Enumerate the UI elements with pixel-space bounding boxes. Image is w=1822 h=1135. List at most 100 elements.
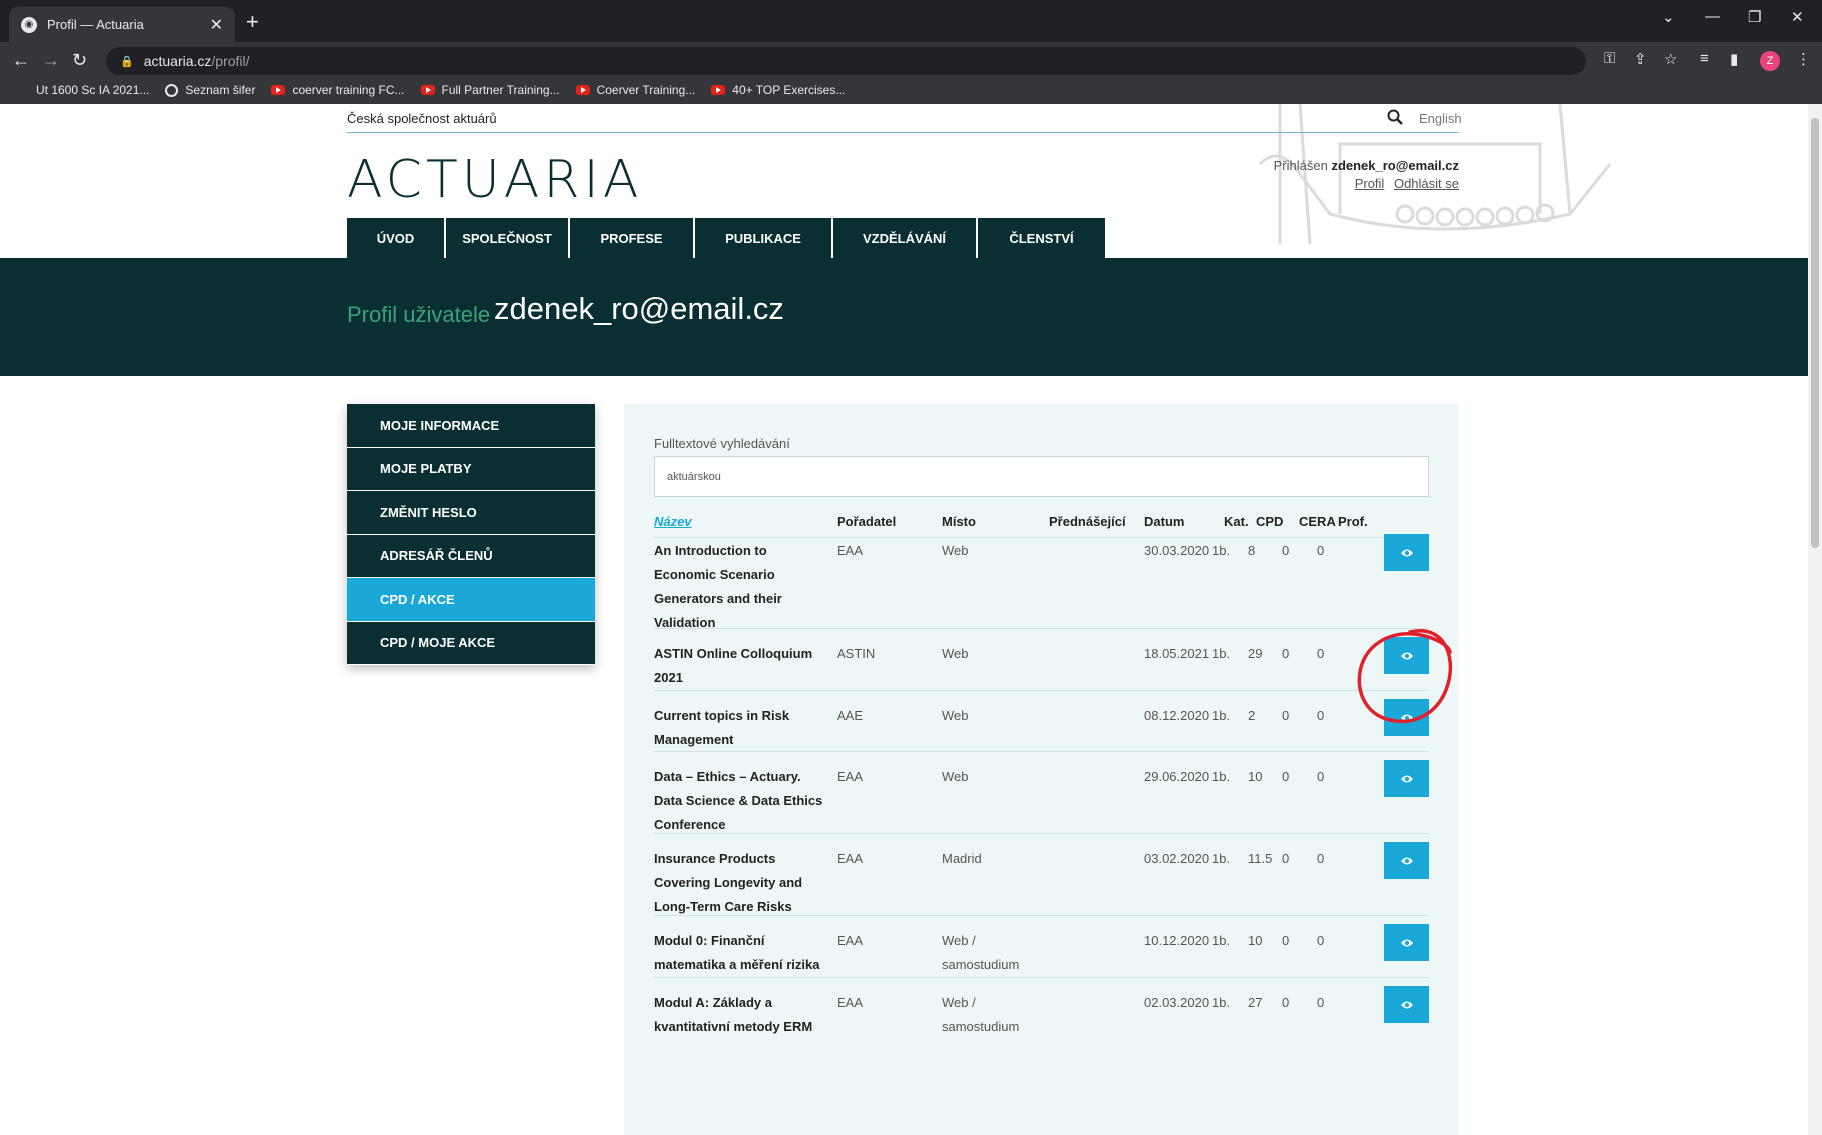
reload-icon[interactable]: ↻ (72, 50, 87, 71)
address-bar[interactable]: 🔒 actuaria.cz /profil/ (106, 47, 1586, 75)
table-row: Modul A: Základy a kvantitativní metody E… (654, 978, 1429, 1058)
cell-cera: 0 (1282, 933, 1290, 948)
share-icon[interactable]: ⇪ (1634, 50, 1647, 68)
cell-organizer: EAA (837, 543, 864, 558)
close-tab-icon[interactable]: ✕ (210, 15, 223, 35)
close-window-icon[interactable]: ✕ (1791, 8, 1804, 26)
eye-icon (1400, 857, 1413, 864)
event-name-line: ASTIN Online Colloquium (654, 646, 813, 661)
bookmark-item[interactable]: Seznam šifer (165, 83, 255, 97)
event-name-line: Current topics in Risk (654, 708, 790, 723)
side-panel-icon[interactable]: ▮ (1730, 50, 1738, 68)
cell-place-line: samostudium (942, 957, 1020, 972)
tab-bar: ◉ Profil — Actuaria ✕ + ⌄ — ❐ ✕ (0, 0, 1822, 42)
bookmark-item[interactable]: Ut 1600 Sc IA 2021... (36, 83, 149, 97)
account-links: Profil Odhlásit se (1200, 176, 1459, 191)
cell-place-line: Web (942, 543, 969, 558)
cell-cera: 0 (1282, 769, 1290, 784)
eye-icon (1400, 775, 1413, 782)
cell-date: 18.05.2021 (1144, 646, 1210, 661)
header-divider (347, 132, 1459, 133)
event-name-line: Generators and their (654, 591, 782, 606)
events-panel: Fulltextové vyhledávání Název Pořadatel … (624, 404, 1459, 1135)
bookmark-item[interactable]: 40+ TOP Exercises... (711, 83, 845, 97)
cell-cera: 0 (1282, 708, 1290, 723)
nav-item-uvod[interactable]: ÚVOD (347, 218, 446, 258)
bookmark-item[interactable]: coerver training FC... (271, 83, 405, 97)
sidebar-item-adresar-clenu[interactable]: ADRESÁŘ ČLENŮ (347, 534, 595, 578)
society-name: Česká společnost aktuárů (347, 111, 497, 126)
cell-cera: 0 (1282, 995, 1290, 1010)
view-event-button[interactable] (1384, 842, 1429, 879)
bookmark-item[interactable]: Coerver Training... (575, 83, 695, 97)
event-name-line: Covering Longevity and (654, 875, 803, 890)
view-event-button[interactable] (1384, 760, 1429, 797)
cell-cat: 1b. (1212, 646, 1231, 661)
logout-link[interactable]: Odhlásit se (1394, 176, 1459, 191)
reading-list-icon[interactable]: ≡ (1700, 50, 1709, 67)
profile-avatar[interactable]: Z (1760, 51, 1780, 71)
actuaria-logo[interactable]: ACTUARIA (347, 150, 642, 210)
event-name-line: kvantitativní metody ERM (654, 1019, 813, 1034)
table-row: ASTIN Online Colloquium 2021 ASTIN Web 18.05… (654, 629, 1429, 691)
event-name-line: matematika a měření rizika (654, 957, 820, 972)
cell-prof: 0 (1317, 708, 1325, 723)
language-link[interactable]: English (1419, 111, 1462, 126)
tab-search-icon[interactable]: ⌄ (1662, 8, 1675, 26)
sidebar-item-zmenit-heslo[interactable]: ZMĚNIT HESLO (347, 491, 595, 535)
youtube-icon (420, 85, 435, 95)
table-row: Modul 0: Finanční matematika a měření riz… (654, 916, 1429, 978)
nav-item-vzdelavani[interactable]: VZDĚLÁVÁNÍ (833, 218, 978, 258)
bookmark-label: Seznam šifer (185, 83, 256, 97)
view-event-button[interactable] (1384, 986, 1429, 1023)
scrollbar-thumb[interactable] (1811, 118, 1819, 548)
eye-icon (1400, 939, 1413, 946)
new-tab-icon[interactable]: + (246, 9, 259, 35)
eye-icon (1400, 1001, 1413, 1008)
page-scrollbar[interactable] (1808, 104, 1822, 1135)
cell-organizer: AAE (837, 708, 864, 723)
cell-place-line: Web / (942, 933, 976, 948)
key-icon[interactable]: ⚿ (1604, 50, 1615, 67)
cell-place-line: Web (942, 769, 969, 784)
search-icon[interactable] (1387, 109, 1403, 125)
event-name-line: Data Science & Data Ethics (654, 793, 823, 808)
profile-link[interactable]: Profil (1355, 176, 1385, 191)
nav-item-publikace[interactable]: PUBLIKACE (695, 218, 833, 258)
star-icon[interactable]: ☆ (1664, 50, 1677, 68)
event-name-line: 2021 (654, 670, 683, 685)
nav-item-profese[interactable]: PROFESE (570, 218, 695, 258)
event-name: Insurance Products Covering Longevity and… (654, 847, 824, 919)
cell-date: 10.12.2020 (1144, 933, 1210, 948)
cell-place: Web (942, 765, 969, 789)
bookmarks-bar: Ut 1600 Sc IA 2021... Seznam šifer coerv… (0, 76, 1822, 104)
view-event-button[interactable] (1384, 534, 1429, 571)
nav-item-spolecnost[interactable]: SPOLEČNOST (446, 218, 570, 258)
menu-icon[interactable]: ⋮ (1796, 50, 1811, 68)
cell-cpd: 8 (1248, 543, 1256, 558)
web-page: Česká společnost aktuárů English ACTUARI… (0, 104, 1808, 1135)
bookmark-label: coerver training FC... (292, 83, 405, 97)
banner-label: Profil uživatele (347, 302, 491, 327)
sidebar-item-moje-platby[interactable]: MOJE PLATBY (347, 447, 595, 491)
minimize-icon[interactable]: — (1705, 8, 1720, 25)
event-name-line: Economic Scenario (654, 567, 775, 582)
browser-tab[interactable]: ◉ Profil — Actuaria ✕ (9, 7, 235, 42)
browser-chrome: ◉ Profil — Actuaria ✕ + ⌄ — ❐ ✕ ← → ↻ 🔒 … (0, 0, 1822, 104)
fulltext-search-label: Fulltextové vyhledávání (654, 436, 790, 451)
cell-place-line: Web (942, 708, 969, 723)
view-event-button[interactable] (1384, 924, 1429, 961)
nav-item-clenstvi[interactable]: ČLENSTVÍ (978, 218, 1105, 258)
sidebar-item-cpd-moje-akce[interactable]: CPD / MOJE AKCE (347, 621, 595, 665)
forward-icon[interactable]: → (42, 50, 60, 71)
cell-cpd: 2 (1248, 708, 1256, 723)
sidebar-item-moje-informace[interactable]: MOJE INFORMACE (347, 404, 595, 448)
favicon-icon: ◉ (21, 16, 37, 33)
lock-icon[interactable]: 🔒 (120, 55, 134, 68)
sidebar-item-cpd-akce[interactable]: CPD / AKCE (347, 578, 595, 622)
back-icon[interactable]: ← (12, 50, 30, 71)
restore-icon[interactable]: ❐ (1748, 8, 1761, 26)
profile-sidebar: MOJE INFORMACE MOJE PLATBY ZMĚNIT HESLO … (347, 404, 595, 665)
bookmark-item[interactable]: Full Partner Training... (420, 83, 560, 97)
fulltext-search-input[interactable] (654, 456, 1429, 497)
